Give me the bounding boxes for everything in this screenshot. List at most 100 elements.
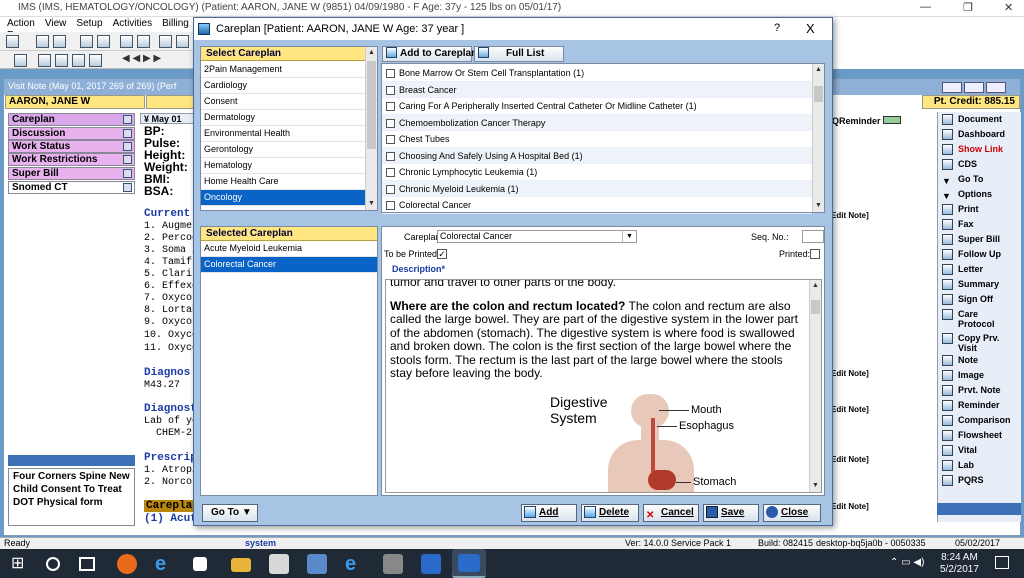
sidebar-pqrs[interactable]: PQRS — [938, 473, 1021, 488]
nav-work-restrictions[interactable]: Work Restrictions — [8, 153, 135, 166]
careplan-category[interactable]: 2Pain Management — [201, 62, 366, 78]
form-item[interactable]: Four Corners Spine New — [9, 469, 134, 482]
nav-careplan[interactable]: Careplan — [8, 113, 135, 126]
toolbar-icon[interactable] — [14, 54, 27, 67]
select-list-scrollbar[interactable]: ▲ ▼ — [365, 47, 377, 210]
store-icon[interactable] — [193, 557, 207, 571]
toolbar-icon[interactable] — [80, 35, 93, 48]
sidebar-care-protocol[interactable]: Care Protocol — [938, 307, 1021, 331]
sidebar-fax[interactable]: Fax — [938, 217, 1021, 232]
sidebar-super-bill[interactable]: Super Bill — [938, 232, 1021, 247]
sidebar-go-to[interactable]: ▼ Go To — [938, 172, 1021, 187]
careplan-category[interactable]: Consent — [201, 94, 366, 110]
sidebar-copy-prv-visit[interactable]: Copy Prv. Visit — [938, 331, 1021, 353]
seq-number-input[interactable] — [802, 230, 824, 243]
options-scrollbar[interactable]: ▲ ▼ — [812, 64, 824, 212]
careplan-category[interactable]: Environmental Health — [201, 126, 366, 142]
qreminder[interactable]: QReminder — [832, 116, 902, 126]
sidebar-document[interactable]: Document — [938, 112, 1021, 127]
toolbar-icon[interactable] — [36, 35, 49, 48]
careplan-category[interactable]: Cardiology — [201, 78, 366, 94]
to-be-printed-checkbox[interactable]: ✓ — [437, 249, 447, 259]
toolbar-icon[interactable] — [120, 35, 133, 48]
patient-icons[interactable] — [146, 95, 194, 109]
nav-super-bill[interactable]: Super Bill — [8, 167, 135, 180]
restore-icon[interactable]: ❐ — [963, 1, 973, 14]
sidebar-reminder[interactable]: Reminder — [938, 398, 1021, 413]
checkbox[interactable] — [386, 118, 395, 128]
careplan-select[interactable]: Colorectal Cancer ▼ — [437, 230, 637, 243]
nav-discussion[interactable]: Discussion — [8, 127, 135, 140]
description-scrollbar[interactable]: ▲ ▼ — [809, 280, 821, 492]
sidebar-dashboard[interactable]: Dashboard — [938, 127, 1021, 142]
contacts-icon[interactable] — [269, 554, 289, 574]
careplan-option[interactable]: Chronic Myeloid Leukemia (1) — [382, 180, 812, 197]
firefox-icon[interactable] — [117, 554, 137, 574]
task-view-icon[interactable] — [79, 557, 95, 571]
dialog-close-icon[interactable]: X — [806, 21, 815, 36]
sidebar-image[interactable]: Image — [938, 368, 1021, 383]
menu-setup[interactable]: Setup — [76, 18, 102, 29]
tool-icon[interactable] — [383, 554, 403, 574]
careplan-option[interactable]: Chronic Lymphocytic Leukemia (1) — [382, 164, 812, 181]
careplan-option[interactable]: Chest Tubes — [382, 131, 812, 148]
toolbar-icon[interactable] — [97, 35, 110, 48]
careplan-option[interactable]: Bone Marrow Or Stem Cell Transplantation… — [382, 65, 812, 82]
search-icon[interactable] — [46, 557, 60, 571]
sidebar-vital[interactable]: Vital — [938, 443, 1021, 458]
edit-note-link[interactable]: Edit Note] — [831, 502, 869, 511]
sidebar-note[interactable]: Note — [938, 353, 1021, 368]
clock[interactable]: 8:24 AM 5/2/2017 — [940, 552, 979, 576]
description-area[interactable]: tumor and travel to other parts of the b… — [385, 279, 822, 493]
sidebar-prvt-note[interactable]: Prvt. Note — [938, 383, 1021, 398]
checkbox[interactable] — [386, 184, 395, 194]
checkbox[interactable] — [386, 168, 395, 177]
checkbox[interactable] — [386, 135, 395, 144]
edge-icon[interactable]: e — [345, 554, 365, 574]
menu-action[interactable]: Action — [7, 18, 35, 29]
edit-note-link[interactable]: Edit Note] — [831, 211, 869, 220]
full-list-button[interactable]: Full List — [474, 46, 564, 62]
selected-careplan-item[interactable]: Acute Myeloid Leukemia — [201, 241, 377, 257]
form-item[interactable]: DOT Physical form — [9, 495, 134, 508]
careplan-category[interactable]: Hematology — [201, 158, 366, 174]
careplan-category[interactable]: Gerontology — [201, 142, 366, 158]
menu-view[interactable]: View — [45, 18, 67, 29]
close-button[interactable]: Close — [763, 504, 821, 522]
sidebar-show-link[interactable]: Show Link — [938, 142, 1021, 157]
sidebar-flowsheet[interactable]: Flowsheet — [938, 428, 1021, 443]
close-icon[interactable]: ✕ — [1004, 1, 1013, 14]
nav-arrows-icon[interactable]: ◀ ◀ ▶ ▶ — [122, 53, 161, 64]
edit-note-link[interactable]: Edit Note] — [831, 405, 869, 414]
checkbox[interactable] — [386, 69, 395, 78]
careplan-option[interactable]: Breast Cancer — [382, 81, 812, 98]
go-to-button[interactable]: Go To ▼ — [202, 504, 258, 522]
sidebar-options[interactable]: ▼ Options — [938, 187, 1021, 202]
careplan-option[interactable]: Colorectal Cancer — [382, 197, 812, 214]
toolbar-icon[interactable] — [72, 54, 85, 67]
nav-work-status[interactable]: Work Status — [8, 140, 135, 153]
app-icon[interactable] — [307, 554, 327, 574]
checkbox[interactable] — [386, 102, 395, 111]
selected-careplan-item-active[interactable]: Colorectal Cancer — [201, 257, 377, 273]
form-item[interactable]: Child Consent To Treat — [9, 482, 134, 495]
save-button[interactable]: Save — [703, 504, 759, 522]
visit-date-tab[interactable]: ¥ May 01 — [140, 113, 196, 124]
windows-start-icon[interactable]: ⊞ — [11, 554, 31, 574]
tray-icons[interactable]: ⌃ ▭ ◀) — [890, 557, 924, 568]
sidebar-scroll-bar[interactable] — [937, 503, 1021, 515]
toolbar-icon[interactable] — [89, 54, 102, 67]
printed-checkbox[interactable] — [810, 249, 820, 259]
sidebar-cds[interactable]: CDS — [938, 157, 1021, 172]
sidebar-sign-off[interactable]: Sign Off — [938, 292, 1021, 307]
toolbar-icon[interactable] — [53, 35, 66, 48]
edit-note-link[interactable]: Edit Note] — [831, 369, 869, 378]
ie-icon[interactable]: e — [155, 554, 175, 574]
add-button[interactable]: Add — [521, 504, 577, 522]
collapse-bar[interactable] — [8, 455, 135, 466]
toolbar-icon[interactable] — [38, 54, 51, 67]
sidebar-print[interactable]: Print — [938, 202, 1021, 217]
checkbox[interactable] — [386, 151, 395, 161]
visit-note-window-controls[interactable] — [942, 82, 1014, 93]
help-button[interactable]: ? — [774, 22, 780, 34]
